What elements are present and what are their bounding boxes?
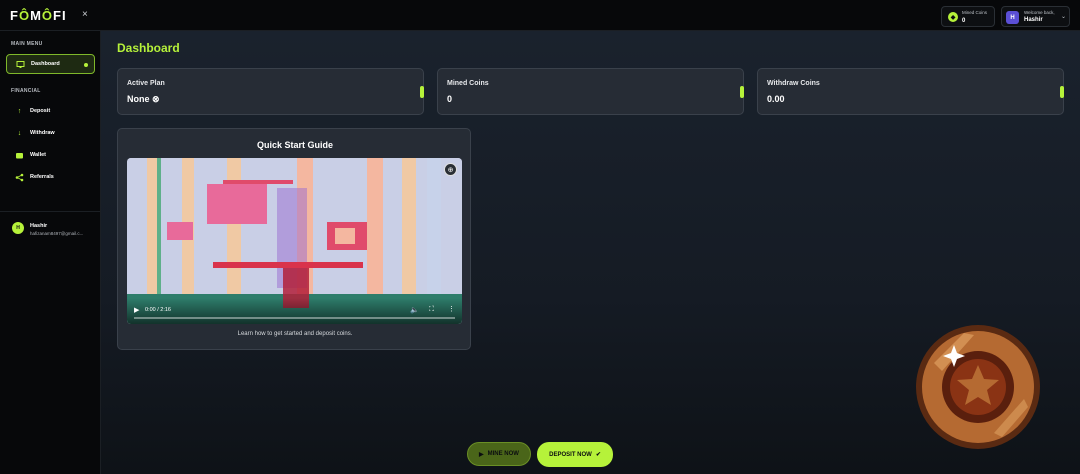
profile-avatar: H	[12, 222, 24, 234]
more-options-icon[interactable]: ⋮	[448, 305, 455, 313]
mine-now-label: MINE NOW	[487, 451, 519, 457]
play-icon: ▶	[479, 451, 484, 458]
stat-value: 0	[447, 94, 453, 104]
guide-caption: Learn how to get started and deposit coi…	[237, 331, 353, 337]
stat-value: None ⊗	[127, 94, 160, 104]
coin-icon: ◆	[948, 12, 958, 22]
logo-text-4: Ô	[41, 8, 54, 23]
main-menu-title: MAIN MENU	[11, 41, 43, 47]
video-controls: ▶ 0:00 / 2:16 🔈 ⛶ ⋮	[127, 298, 462, 324]
sidebar-item-label: Referrals	[30, 174, 54, 180]
logo-text-3: M	[30, 8, 42, 23]
logo[interactable]: FÔMÔFI	[10, 8, 67, 23]
sidebar-item-label: Withdraw	[30, 130, 55, 136]
sidebar-divider	[0, 211, 100, 212]
accent-bar	[1060, 86, 1064, 98]
mined-coins-value: 0	[962, 18, 966, 24]
user-name: Hashir	[1024, 17, 1043, 23]
avatar: H	[1006, 11, 1019, 24]
sidebar-item-label: Wallet	[30, 152, 46, 158]
page-title: Dashboard	[117, 41, 180, 55]
stat-card-mined-coins: Mined Coins 0	[437, 68, 744, 115]
expand-icon[interactable]: ⛶	[429, 306, 434, 314]
stat-label: Active Plan	[127, 80, 165, 87]
chevron-down-icon: ⌄	[1061, 14, 1067, 20]
play-icon[interactable]: ▶	[134, 306, 139, 314]
profile-name: Hashir	[30, 223, 48, 229]
sidebar-item-referrals[interactable]: Referrals	[6, 168, 95, 188]
sidebar-item-wallet[interactable]: Wallet	[6, 146, 95, 166]
logo-text-2: Ô	[18, 8, 31, 23]
fullscreen-icon[interactable]: ⊕	[444, 163, 457, 176]
guide-title: Quick Start Guide	[256, 140, 334, 150]
sidebar-item-dashboard[interactable]: Dashboard	[6, 54, 95, 74]
profile-email: hafizanam8497@gmail.c...	[30, 231, 84, 236]
deposit-now-button[interactable]: DEPOSIT NOW ✔	[537, 442, 613, 467]
quick-start-guide-card: Quick Start Guide ⊕ ▶ 0:00 / 2:16 🔈 ⛶ ⋮ …	[117, 128, 471, 350]
arrow-up-icon: ↑	[17, 108, 22, 115]
sidebar-item-label: Deposit	[30, 108, 51, 114]
stat-label: Withdraw Coins	[767, 80, 820, 87]
sidebar-item-label: Dashboard	[31, 61, 60, 67]
sidebar-item-withdraw[interactable]: ↓ Withdraw	[6, 124, 95, 144]
mined-coins-label: Mined Coins	[962, 10, 988, 15]
stat-label: Mined Coins	[447, 80, 489, 87]
deposit-now-label: DEPOSIT NOW	[549, 451, 592, 458]
mine-now-button[interactable]: ▶ MINE NOW	[467, 442, 531, 466]
volume-icon[interactable]: 🔈	[410, 306, 419, 314]
sidebar: MAIN MENU Dashboard FINANCIAL ↑ Deposit …	[0, 31, 101, 474]
mined-coins-chip: ◆ Mined Coins 0	[941, 6, 995, 27]
video-progress-bar[interactable]	[134, 317, 455, 319]
share-icon	[15, 173, 24, 182]
financial-title: FINANCIAL	[11, 88, 41, 94]
check-icon: ✔	[595, 452, 601, 458]
top-bar: FÔMÔFI × ◆ Mined Coins 0 H Welcome back,…	[0, 0, 1080, 31]
monitor-icon	[16, 60, 25, 69]
wallet-icon	[15, 151, 24, 160]
accent-bar	[420, 86, 424, 98]
logo-text-5: FI	[53, 8, 67, 23]
accent-bar	[740, 86, 744, 98]
floating-coin-icon[interactable]	[914, 323, 1042, 451]
stat-card-withdraw-coins: Withdraw Coins 0.00	[757, 68, 1064, 115]
stat-card-active-plan: Active Plan None ⊗	[117, 68, 424, 115]
arrow-down-icon: ↓	[17, 130, 22, 137]
logo-text-1: F	[10, 8, 19, 23]
sidebar-item-deposit[interactable]: ↑ Deposit	[6, 102, 95, 122]
stat-value: 0.00	[767, 94, 785, 104]
user-menu[interactable]: H Welcome back, Hashir ⌄	[1001, 6, 1070, 27]
video-player[interactable]: ⊕ ▶ 0:00 / 2:16 🔈 ⛶ ⋮	[127, 158, 462, 324]
active-indicator	[84, 63, 88, 67]
video-time: 0:00 / 2:16	[145, 307, 171, 313]
welcome-label: Welcome back,	[1024, 10, 1055, 15]
close-sidebar-icon[interactable]: ×	[82, 9, 88, 20]
